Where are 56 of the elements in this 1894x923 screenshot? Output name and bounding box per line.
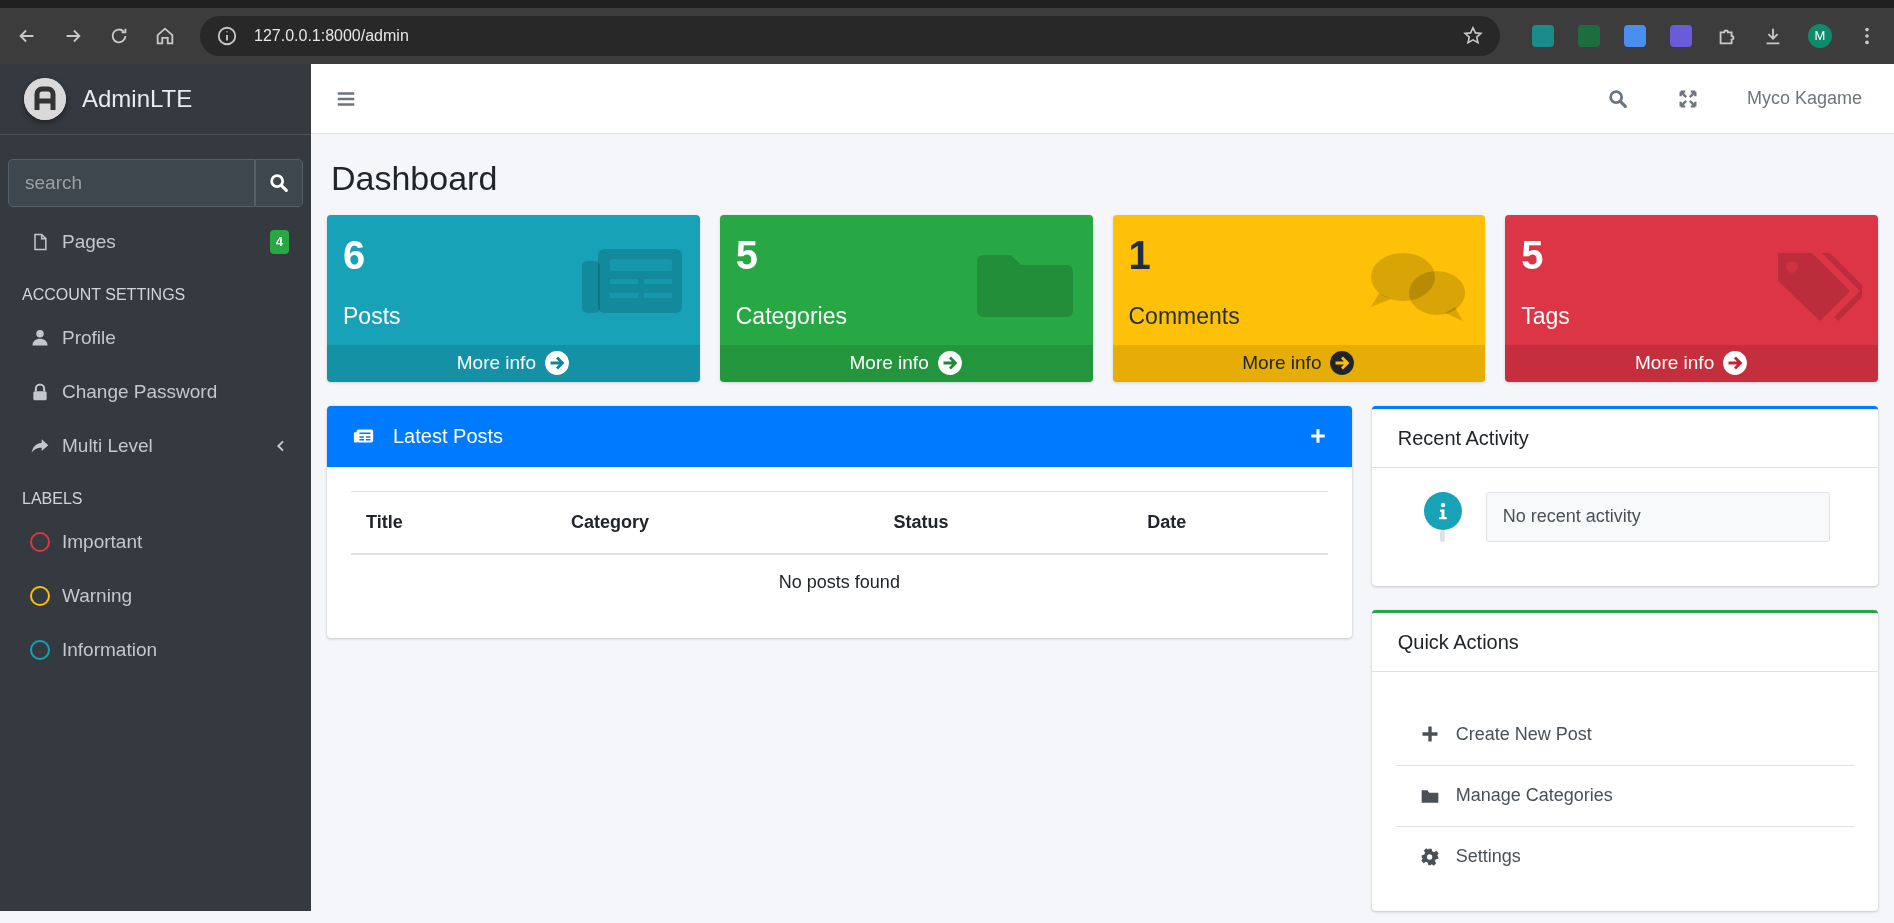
column-header: Status bbox=[878, 491, 1133, 554]
sidebar-item[interactable]: Important bbox=[0, 515, 311, 569]
stat-number: 6 bbox=[343, 234, 367, 275]
address-bar[interactable]: 127.0.0.1:8000/admin bbox=[200, 16, 1500, 56]
star-icon[interactable] bbox=[1462, 25, 1484, 47]
search-icon bbox=[267, 172, 290, 194]
quick-action-link[interactable]: Create New Post bbox=[1395, 703, 1854, 765]
profile-avatar[interactable]: M bbox=[1808, 24, 1832, 48]
timeline-info-icon bbox=[1423, 491, 1462, 542]
info-icon bbox=[216, 25, 238, 47]
more-info-link[interactable]: More info bbox=[1112, 344, 1486, 382]
page-title: Dashboard bbox=[331, 158, 499, 199]
stat-number: 5 bbox=[735, 234, 759, 275]
stat-label: Tags bbox=[1521, 301, 1570, 331]
card-title: Latest Posts bbox=[393, 424, 504, 450]
logo-icon bbox=[24, 78, 66, 120]
column-header: Title bbox=[351, 491, 557, 554]
arrow-circle-icon bbox=[543, 350, 570, 377]
count-badge: 4 bbox=[269, 230, 289, 254]
card-title: Recent Activity bbox=[1397, 426, 1529, 449]
user-icon bbox=[30, 328, 50, 348]
settings-icon bbox=[1419, 846, 1440, 867]
stat-label: Posts bbox=[343, 301, 401, 331]
sidebar-item[interactable]: Change Password bbox=[0, 365, 311, 419]
search-button[interactable] bbox=[254, 159, 303, 207]
sidebar-item[interactable]: Information bbox=[0, 623, 311, 677]
arrow-circle-icon bbox=[1722, 350, 1749, 377]
sidebar-item[interactable]: Profile bbox=[0, 311, 311, 365]
more-info-link[interactable]: More info bbox=[327, 344, 700, 382]
url-text: 127.0.0.1:8000/admin bbox=[254, 26, 409, 46]
sidebar-item[interactable]: Warning bbox=[0, 569, 311, 623]
quick-action-link[interactable]: Settings bbox=[1395, 825, 1854, 887]
lock-icon bbox=[30, 382, 50, 402]
stat-label: Comments bbox=[1128, 301, 1240, 331]
sidebar-item[interactable]: Multi Level bbox=[0, 419, 311, 473]
quick-action-link[interactable]: Manage Categories bbox=[1395, 764, 1854, 826]
section-header: LABELS bbox=[22, 490, 83, 507]
more-info-link[interactable]: More info bbox=[719, 344, 1093, 382]
stat-label: Categories bbox=[735, 301, 847, 331]
user-name-link[interactable]: Myco Kagame bbox=[1746, 85, 1862, 112]
sidebar-item[interactable]: Pages 4 bbox=[0, 215, 311, 269]
column-header: Category bbox=[556, 491, 879, 554]
empty-message: No posts found bbox=[351, 553, 1328, 610]
search-icon[interactable] bbox=[1606, 87, 1629, 110]
column-header: Date bbox=[1132, 491, 1328, 554]
activity-message: No recent activity bbox=[1485, 491, 1830, 542]
stat-number: 1 bbox=[1128, 234, 1152, 275]
more-info-link[interactable]: More info bbox=[1505, 344, 1878, 382]
section-header: ACCOUNT SETTINGS bbox=[22, 286, 186, 303]
arrow-circle-icon bbox=[1329, 350, 1356, 377]
home-icon[interactable] bbox=[154, 25, 176, 47]
card-title: Quick Actions bbox=[1397, 630, 1519, 653]
arrow-circle-icon bbox=[936, 350, 963, 377]
brand-name: AdminLTE bbox=[82, 84, 193, 114]
search-field[interactable]: search bbox=[8, 159, 255, 207]
stat-number: 5 bbox=[1521, 234, 1545, 275]
